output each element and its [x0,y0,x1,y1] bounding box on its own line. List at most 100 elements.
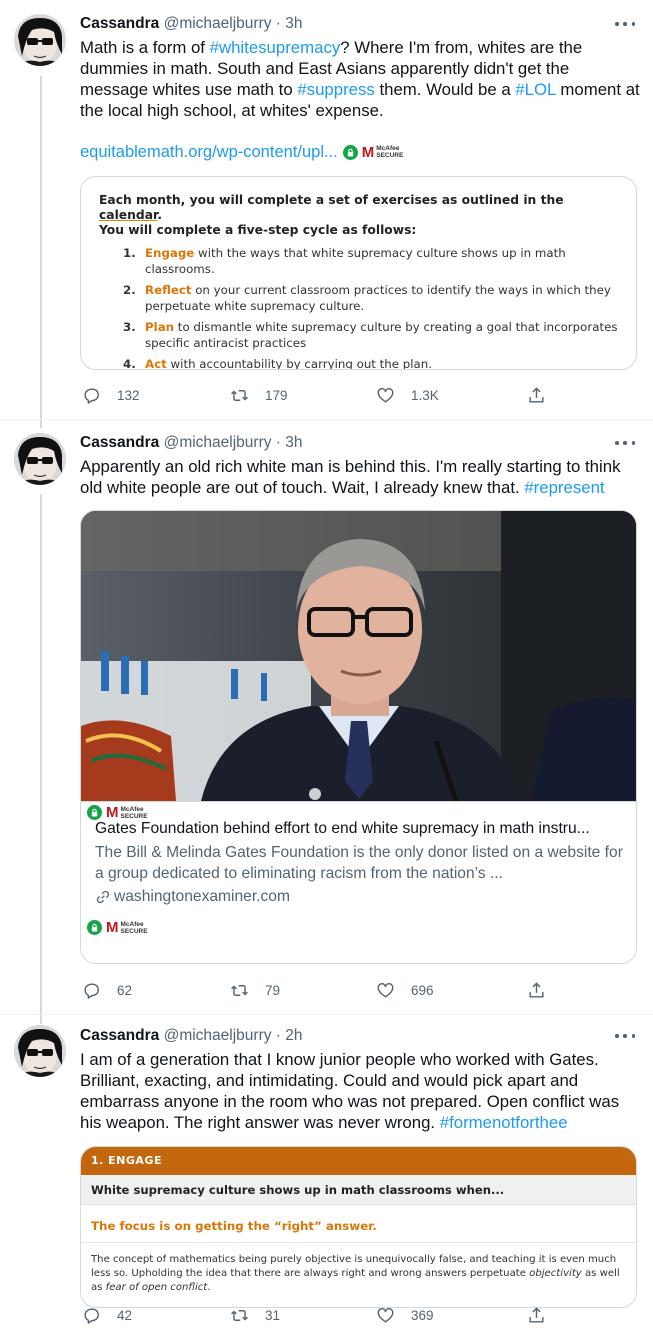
image-card[interactable]: Each month, you will complete a set of e… [80,176,637,370]
more-options-icon[interactable] [615,434,635,452]
step-text: Reflect on your current classroom practi… [123,283,618,314]
step-item: 4. Act with accountability by carrying ou… [99,357,618,370]
timestamp[interactable]: · 3h [276,15,303,32]
step-keyword: Engage [145,246,195,260]
like-button[interactable]: 696 [376,979,434,1001]
hashtag-link[interactable]: #whitesupremacy [210,38,341,57]
mcafee-secure-badge: M McAfee SECURE [362,145,404,160]
tweet[interactable]: Cassandra @michaeljburry · 3h Apparently… [0,420,653,1016]
reply-button[interactable]: 42 [82,1304,132,1326]
retweet-button[interactable]: 179 [230,384,288,406]
reply-button[interactable]: 62 [82,979,132,1001]
link-card-meta: M McAfee SECURE Gates Foundation behind e… [81,801,636,963]
card-band: White supremacy culture shows up in math… [81,1175,636,1205]
reply-button[interactable]: 132 [82,384,140,406]
link-icon [96,890,110,904]
step-description: with accountability by carrying out the … [166,357,433,370]
card-domain-text: washingtonexaminer.com [114,888,290,905]
tweet-text-segment: them. Would be a [374,80,516,99]
user-handle[interactable]: @michaeljburry [164,434,272,451]
mcafee-secure-text: SECURE [120,927,148,935]
hashtag-link[interactable]: #LOL [515,80,555,99]
card-paragraph-em: fear of open conflict [105,1282,208,1293]
tweet[interactable]: Cassandra @michaeljburry · 3h Math is a … [0,0,653,425]
calendar-link: calendar [99,208,158,222]
timestamp[interactable]: · 3h [276,434,303,451]
reply-icon [84,982,99,999]
retweet-button[interactable]: 31 [230,1304,280,1326]
reply-icon [84,387,99,404]
reply-count: 42 [117,1307,133,1323]
retweet-icon [231,389,248,401]
reply-count: 132 [117,387,140,403]
tweet[interactable]: Cassandra @michaeljburry · 2h I am of a … [0,1015,653,1333]
step-number: 4. [123,357,136,370]
tweet-text-segment: Math is a form of [80,38,210,57]
card-title[interactable]: Gates Foundation behind effort to end wh… [95,819,625,839]
step-item: 2. Reflect on your current classroom prac… [99,283,618,314]
avatar[interactable] [14,14,66,66]
card-paragraph-em: objectivity [529,1268,582,1279]
card-paragraph-text: . [207,1282,211,1293]
tweet-header: Cassandra @michaeljburry · 3h [80,432,303,454]
share-button[interactable] [527,384,562,406]
tweet-header: Cassandra @michaeljburry · 3h [80,13,303,35]
heart-icon [377,982,394,998]
image-card[interactable]: 1. ENGAGE White supremacy culture shows … [80,1146,637,1308]
share-button[interactable] [527,1304,562,1326]
card-description: The Bill & Melinda Gates Foundation is t… [95,844,623,882]
card-domain[interactable]: washingtonexaminer.com [95,887,290,907]
user-handle[interactable]: @michaeljburry [164,1027,272,1044]
steps-list: 1. Engage with the ways that white suprem… [99,246,618,370]
like-count: 1.3K [411,387,439,403]
reply-icon [84,1307,99,1324]
step-keyword: Act [145,357,167,370]
step-item: 3. Plan to dismantle white supremacy cult… [99,320,618,351]
like-button[interactable]: 1.3K [376,384,439,406]
card-paragraph: The concept of mathematics being purely … [81,1243,636,1295]
step-text: Act with accountability by carrying out … [123,357,433,370]
mcafee-secure-badge: M McAfee SECURE [106,920,148,935]
display-name[interactable]: Cassandra [80,15,159,32]
mcafee-text: McAfee [120,920,144,928]
user-handle[interactable]: @michaeljburry [164,15,272,32]
secure-badges: M McAfee SECURE [87,805,148,820]
display-name[interactable]: Cassandra [80,1027,159,1044]
link-row: equitablemath.org/wp-content/upl... M Mc… [80,142,403,162]
card-heading-text: Each month, you will complete a set of e… [99,193,564,207]
share-button[interactable] [527,979,562,1001]
tweet-link[interactable]: equitablemath.org/wp-content/upl... [80,143,338,162]
tweet-text: Apparently an old rich white man is behi… [80,456,640,498]
avatar[interactable] [14,1025,66,1077]
step-item: 1. Engage with the ways that white suprem… [99,246,618,277]
timestamp[interactable]: · 2h [276,1027,303,1044]
avatar[interactable] [14,433,66,485]
link-card[interactable]: M McAfee SECURE Gates Foundation behind e… [80,510,637,964]
share-icon [529,386,544,403]
like-button[interactable]: 369 [376,1304,434,1326]
mcafee-secure-badge: M McAfee SECURE [106,805,148,820]
retweet-count: 79 [265,982,281,998]
retweet-button[interactable]: 79 [230,979,280,1001]
more-options-icon[interactable] [615,15,635,33]
retweet-icon [231,984,248,996]
retweet-count: 31 [265,1307,281,1323]
tweet-actions: 42 31 369 [80,1304,560,1326]
tweet-text: I am of a generation that I know junior … [80,1049,640,1133]
step-keyword: Plan [145,320,175,334]
mcafee-logo-icon: M [106,919,119,936]
hashtag-link[interactable]: #formenotforthee [440,1113,568,1132]
step-description: with the ways that white supremacy cultu… [145,246,566,276]
hashtag-link[interactable]: #suppress [297,80,374,99]
step-number: 2. [123,283,136,297]
card-heading: Each month, you will complete a set of e… [99,193,564,237]
step-text: Engage with the ways that white supremac… [123,246,618,277]
heart-icon [377,1307,394,1323]
display-name[interactable]: Cassandra [80,434,159,451]
hashtag-link[interactable]: #represent [524,478,604,497]
card-section-bar: 1. ENGAGE [81,1147,636,1175]
article-photo [81,511,636,801]
mcafee-text: McAfee [120,805,144,813]
step-description: on your current classroom practices to i… [145,283,611,313]
more-options-icon[interactable] [615,1027,635,1045]
